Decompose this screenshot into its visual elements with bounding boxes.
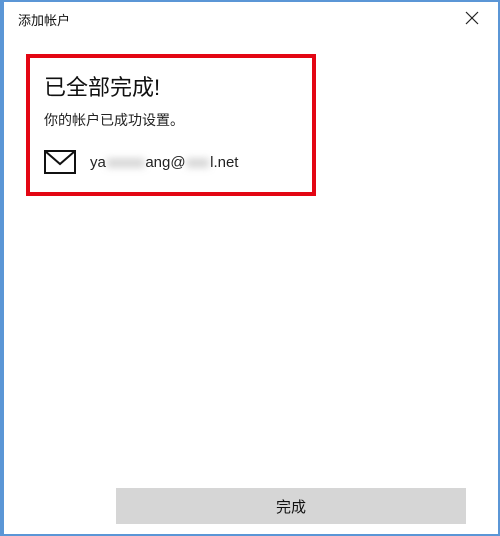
email-suffix: l.net <box>210 154 238 171</box>
mail-icon <box>44 150 76 174</box>
dialog-title: 添加帐户 <box>18 10 70 29</box>
close-button[interactable] <box>452 4 492 34</box>
email-prefix: ya <box>90 154 106 171</box>
dialog-window: 添加帐户 已全部完成! 你的帐户已成功设置。 yaxxxxxang@xxxl.n… <box>0 0 500 536</box>
content-area: 已全部完成! 你的帐户已成功设置。 yaxxxxxang@xxxl.net <box>4 36 498 196</box>
account-email: yaxxxxxang@xxxl.net <box>90 154 238 171</box>
done-button[interactable]: 完成 <box>116 488 466 524</box>
email-blur-2: xxx <box>186 154 211 171</box>
footer: 完成 <box>4 488 498 524</box>
email-blur-1: xxxxx <box>106 154 146 171</box>
highlight-box: 已全部完成! 你的帐户已成功设置。 yaxxxxxang@xxxl.net <box>26 54 316 196</box>
titlebar: 添加帐户 <box>4 2 498 36</box>
close-icon <box>465 10 479 28</box>
completion-subtext: 你的帐户已成功设置。 <box>44 110 298 130</box>
email-mid: ang@ <box>145 154 185 171</box>
account-email-row: yaxxxxxang@xxxl.net <box>44 150 298 174</box>
completion-heading: 已全部完成! <box>44 70 298 102</box>
